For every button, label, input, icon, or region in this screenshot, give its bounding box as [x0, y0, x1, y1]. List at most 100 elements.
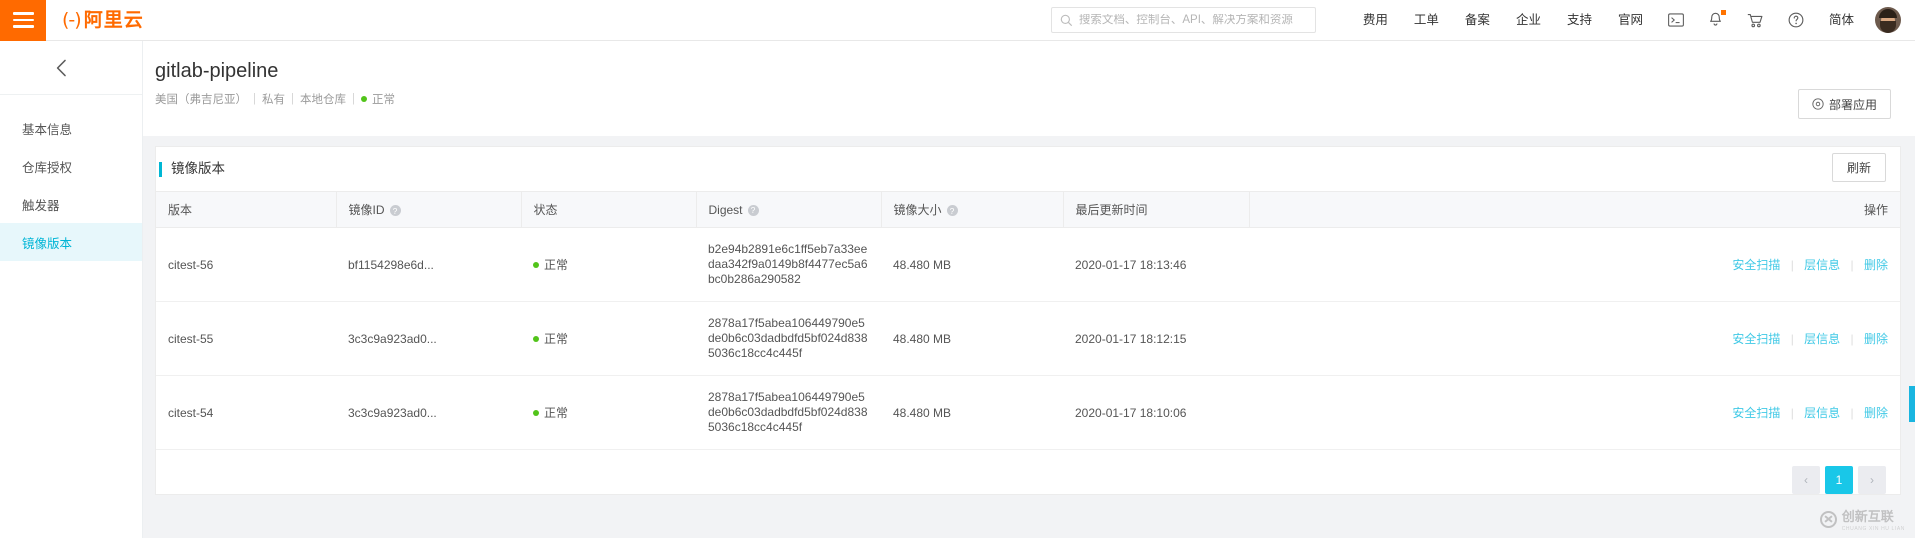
- status-label: 正常: [544, 332, 569, 346]
- status-label: 正常: [544, 258, 569, 272]
- col-label-status: 状态: [533, 203, 558, 217]
- action-sep: |: [1850, 332, 1854, 346]
- page-header: gitlab-pipeline 美国（弗吉尼亚） | 私有 | 本地仓库 | 正…: [143, 41, 1915, 136]
- col-label-size: 镜像大小: [893, 203, 942, 217]
- panel-header: 镜像版本 刷新: [156, 147, 1900, 191]
- action-layer-info[interactable]: 层信息: [1804, 258, 1840, 272]
- console-terminal-icon[interactable]: [1656, 0, 1696, 41]
- watermark-text-group: 创新互联 CHUANG XIN HU LIAN: [1842, 506, 1905, 532]
- pagination-next[interactable]: ›: [1858, 466, 1886, 494]
- page-subtitle: 美国（弗吉尼亚） | 私有 | 本地仓库 | 正常: [155, 91, 1915, 107]
- meta-visibility: 私有: [262, 94, 285, 106]
- action-delete[interactable]: 删除: [1864, 406, 1888, 420]
- notification-bell-icon[interactable]: [1696, 0, 1735, 41]
- avatar-beard: [1880, 21, 1896, 33]
- aliyun-logo[interactable]: (-) 阿里云: [62, 0, 144, 41]
- cell-actions: 安全扫描 | 层信息 | 删除: [1249, 227, 1900, 302]
- action-delete[interactable]: 删除: [1864, 258, 1888, 272]
- help-icon-digest[interactable]: ?: [747, 204, 759, 216]
- cell-version: citest-54: [156, 375, 336, 450]
- watermark-logo: 创新互联 CHUANG XIN HU LIAN: [1819, 506, 1905, 532]
- status-dot-icon: [533, 335, 539, 342]
- help-circle-icon[interactable]: [1776, 0, 1816, 41]
- help-icon-size[interactable]: ?: [946, 205, 958, 217]
- back-button[interactable]: [0, 41, 142, 94]
- status-dot-icon: [533, 261, 539, 268]
- nav-link-website[interactable]: 官网: [1605, 0, 1656, 41]
- sidebar-item-image-versions[interactable]: 镜像版本: [0, 223, 142, 261]
- rocket-icon: [1812, 98, 1824, 110]
- shopping-cart-icon[interactable]: [1735, 0, 1776, 41]
- nav-link-tickets[interactable]: 工单: [1401, 0, 1452, 41]
- pagination-page-1[interactable]: 1: [1825, 466, 1853, 494]
- cell-status: 正常: [521, 301, 696, 376]
- table-body: citest-56 bf1154298e6d... 正常 b2e94b2891e…: [156, 227, 1900, 450]
- sidebar-item-trigger[interactable]: 触发器: [0, 185, 142, 223]
- col-label-digest: Digest: [708, 202, 743, 217]
- sidebar-item-repo-auth[interactable]: 仓库授权: [0, 147, 142, 185]
- status-badge: 正常: [533, 330, 684, 347]
- action-layer-info[interactable]: 层信息: [1804, 406, 1840, 420]
- sidebar-divider: [0, 94, 142, 95]
- sidebar-item-basic-info[interactable]: 基本信息: [0, 109, 142, 147]
- nav-link-support[interactable]: 支持: [1554, 0, 1605, 41]
- column-header-updated: 最后更新时间: [1063, 191, 1250, 228]
- search-input[interactable]: [1078, 14, 1307, 26]
- nav-link-enterprise[interactable]: 企业: [1503, 0, 1554, 41]
- watermark-icon: [1819, 510, 1837, 528]
- avatar-hair: [1879, 9, 1897, 18]
- help-icon-image-id[interactable]: ?: [389, 205, 401, 217]
- action-sep: |: [1790, 406, 1794, 420]
- action-security-scan[interactable]: 安全扫描: [1732, 406, 1780, 420]
- cell-image-id: bf1154298e6d...: [336, 227, 521, 302]
- deploy-app-button[interactable]: 部署应用: [1797, 89, 1891, 119]
- image-versions-table: 版本 镜像ID? 状态 Digest? 镜像大小? 最后更新时间 操作 cite…: [156, 191, 1900, 450]
- col-label-version: 版本: [168, 203, 193, 217]
- pagination: ‹ 1 ›: [156, 450, 1900, 494]
- meta-sep-3: |: [352, 93, 355, 105]
- action-security-scan[interactable]: 安全扫描: [1732, 258, 1780, 272]
- search-icon: [1060, 14, 1072, 26]
- cell-updated: 2020-01-17 18:12:15: [1063, 301, 1249, 376]
- action-layer-info[interactable]: 层信息: [1804, 332, 1840, 346]
- cell-size: 48.480 MB: [881, 375, 1063, 450]
- nav-link-icp[interactable]: 备案: [1452, 0, 1503, 41]
- meta-status: 正常: [372, 94, 395, 106]
- status-dot-icon: [533, 409, 539, 416]
- cell-image-id: 3c3c9a923ad0...: [336, 375, 521, 450]
- cell-image-id: 3c3c9a923ad0...: [336, 301, 521, 376]
- action-delete[interactable]: 删除: [1864, 332, 1888, 346]
- side-drawer-handle[interactable]: [1909, 386, 1915, 422]
- nav-link-fees[interactable]: 费用: [1350, 0, 1401, 41]
- col-label-image-id: 镜像ID: [348, 203, 385, 217]
- status-badge: 正常: [533, 256, 684, 273]
- page-title-wrap: gitlab-pipeline 美国（弗吉尼亚） | 私有 | 本地仓库 | 正…: [143, 57, 1915, 107]
- user-avatar[interactable]: [1875, 7, 1901, 33]
- action-security-scan[interactable]: 安全扫描: [1732, 332, 1780, 346]
- status-dot-icon: [361, 96, 367, 102]
- watermark-subtext: CHUANG XIN HU LIAN: [1841, 526, 1905, 532]
- cell-actions: 安全扫描 | 层信息 | 删除: [1249, 375, 1900, 450]
- table-header: 版本 镜像ID? 状态 Digest? 镜像大小? 最后更新时间 操作: [156, 191, 1900, 228]
- global-search-box[interactable]: [1050, 7, 1316, 33]
- status-badge: 正常: [533, 404, 684, 421]
- chevron-left-icon: [56, 59, 66, 76]
- pagination-prev[interactable]: ‹: [1792, 466, 1820, 494]
- meta-sep-1: |: [253, 93, 256, 105]
- left-sidebar: 基本信息 仓库授权 触发器 镜像版本: [0, 41, 143, 538]
- cell-size: 48.480 MB: [881, 227, 1063, 302]
- cell-updated: 2020-01-17 18:13:46: [1063, 227, 1249, 302]
- status-label: 正常: [544, 406, 569, 420]
- language-switcher[interactable]: 简体: [1816, 0, 1867, 41]
- column-header-version: 版本: [156, 191, 337, 228]
- cell-actions: 安全扫描 | 层信息 | 删除: [1249, 301, 1900, 376]
- table-row: citest-56 bf1154298e6d... 正常 b2e94b2891e…: [156, 227, 1900, 302]
- action-sep: |: [1850, 406, 1854, 420]
- aliyun-logo-text: 阿里云: [83, 9, 144, 31]
- aliyun-logo-mark: (-): [62, 8, 82, 31]
- image-versions-panel: 镜像版本 刷新 版本 镜像ID? 状态 Digest? 镜像大小? 最后更新时间: [155, 146, 1901, 495]
- hamburger-icon[interactable]: [0, 0, 46, 41]
- refresh-button[interactable]: 刷新: [1831, 153, 1886, 182]
- deploy-app-label: 部署应用: [1828, 97, 1877, 112]
- action-sep: |: [1790, 332, 1794, 346]
